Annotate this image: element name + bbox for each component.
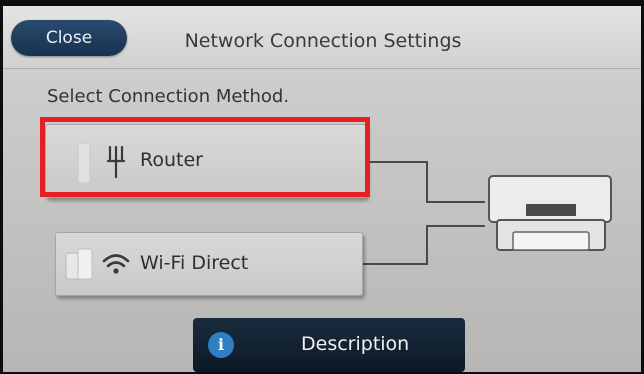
printer-screen: Close Network Connection Settings Select… <box>3 6 641 372</box>
router-connector-line <box>365 161 485 203</box>
info-icon: i <box>208 332 234 358</box>
description-label: Description <box>301 333 410 355</box>
wifi-connector-line <box>361 225 485 265</box>
description-button[interactable]: i Description <box>193 318 465 372</box>
printer-icon <box>488 175 612 251</box>
wifi-direct-option-button[interactable]: Wi-Fi Direct <box>55 232 363 296</box>
wifi-icon <box>65 248 130 280</box>
router-selection-highlight <box>40 117 370 197</box>
wifi-direct-option-label: Wi-Fi Direct <box>140 252 249 274</box>
